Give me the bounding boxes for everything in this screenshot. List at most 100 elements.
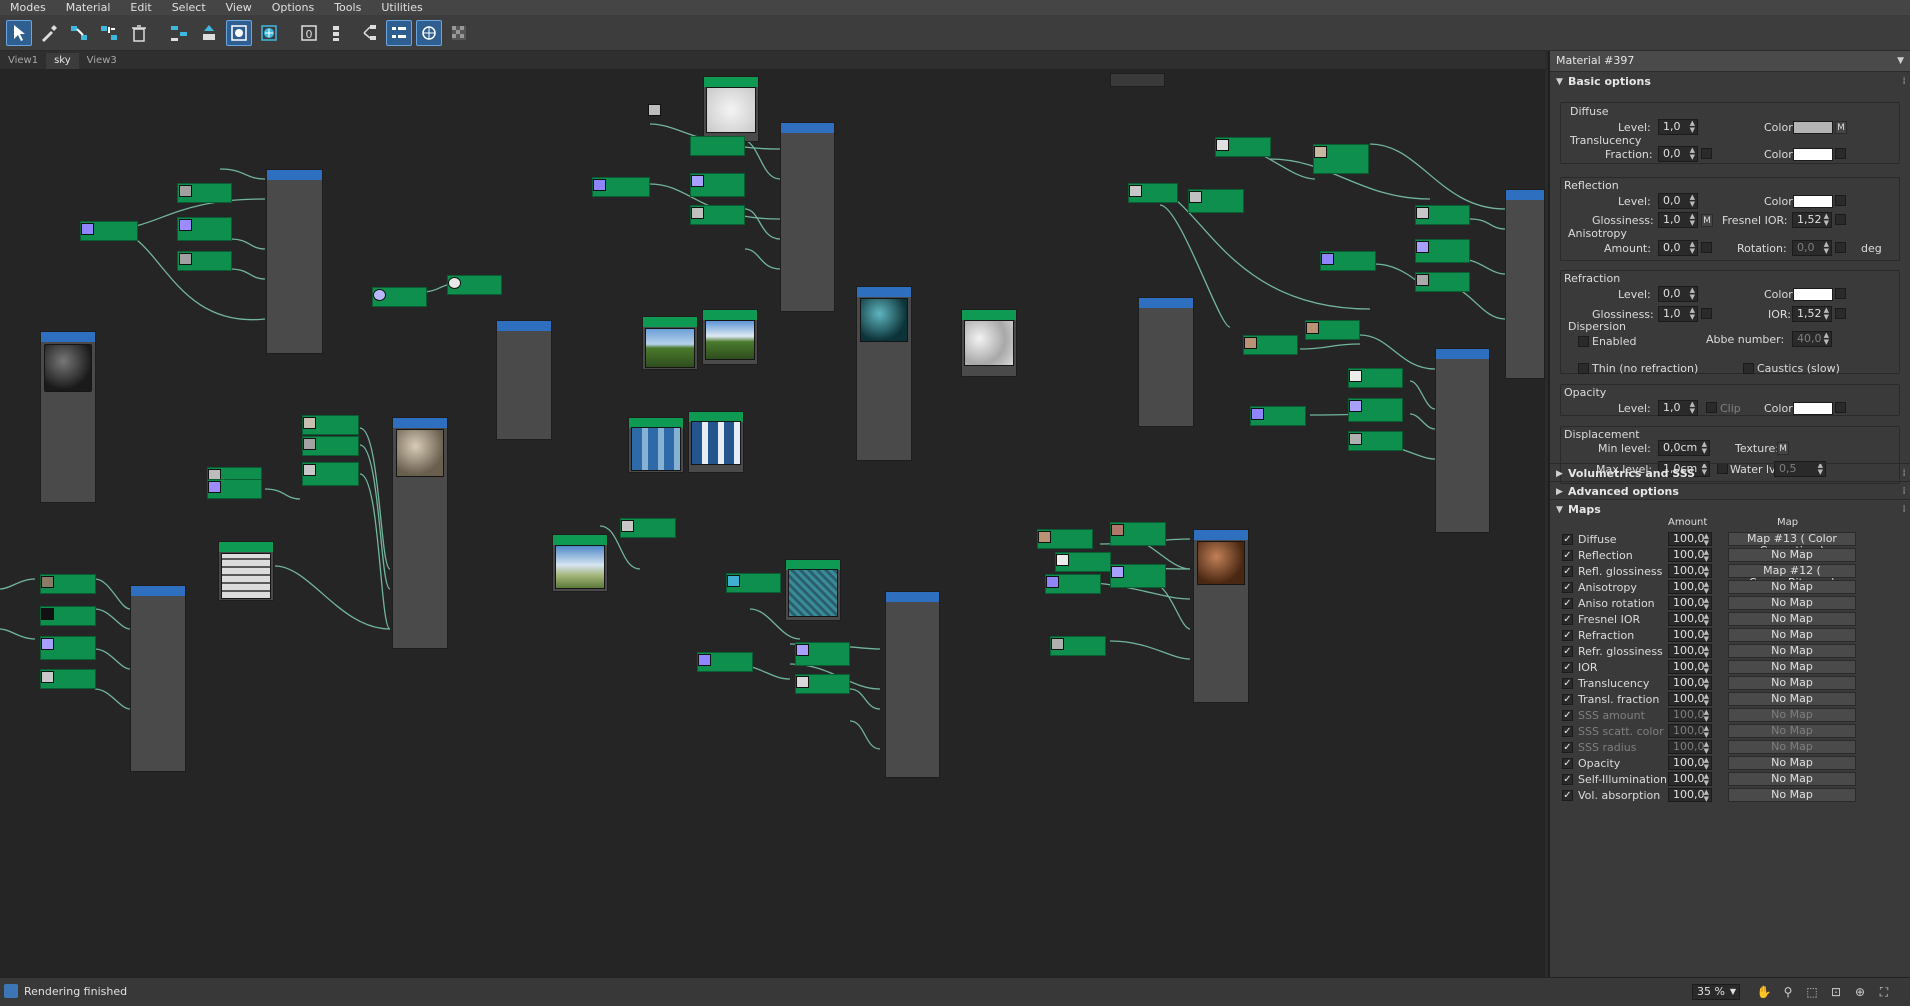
map-slot-button[interactable]: No Map — [1728, 692, 1856, 706]
menu-item-options[interactable]: Options — [262, 0, 324, 15]
section-header-maps[interactable]: ▼ Maps ⁞ — [1550, 499, 1910, 519]
spinner-arrows-icon[interactable]: ▲ ▼ — [1690, 401, 1695, 415]
material-node[interactable] — [1435, 348, 1490, 533]
spinner-arrows-icon[interactable]: ▲ ▼ — [1704, 677, 1709, 691]
map-enable-checkbox[interactable]: ✓ — [1562, 790, 1573, 801]
aniso-rotation-spinner[interactable]: 0,0 ▲ ▼ — [1792, 240, 1832, 256]
layout-icon[interactable] — [326, 20, 352, 46]
fraction-spinner[interactable]: 0,0 ▲ ▼ — [1658, 146, 1698, 162]
map-node[interactable] — [690, 136, 745, 156]
map-slot-button[interactable]: No Map — [1728, 708, 1856, 722]
spinner-arrows-icon[interactable]: ▲ ▼ — [1690, 194, 1695, 208]
reflection-map-checkbox[interactable] — [1835, 195, 1846, 206]
refraction-color-swatch[interactable] — [1793, 288, 1833, 301]
fresnel-map-checkbox[interactable] — [1835, 214, 1846, 225]
map-enable-checkbox[interactable]: ✓ — [1562, 550, 1573, 561]
map-amount-spinner[interactable]: 100,0 ▲ ▼ — [1668, 596, 1712, 611]
spinner-arrows-icon[interactable]: ▲ ▼ — [1702, 441, 1707, 455]
map-slot-button[interactable]: No Map — [1728, 788, 1856, 802]
spinner-arrows-icon[interactable]: ▲ ▼ — [1824, 241, 1829, 255]
diffuse-map-button[interactable]: M — [1835, 121, 1847, 134]
displacement-texture-button[interactable]: M — [1777, 442, 1789, 455]
section-header-advanced[interactable]: ▶ Advanced options ⁞ — [1550, 481, 1910, 501]
translucency-color-swatch[interactable] — [1793, 148, 1833, 161]
map-enable-checkbox[interactable]: ✓ — [1562, 534, 1573, 545]
menu-item-material[interactable]: Material — [56, 0, 121, 15]
grid-icon[interactable] — [416, 19, 442, 46]
map-amount-spinner[interactable]: 100,0 ▲ ▼ — [1668, 532, 1712, 547]
map-enable-checkbox[interactable]: ✓ — [1562, 758, 1573, 769]
zoom-selected-icon[interactable]: ⊕ — [1852, 984, 1868, 1000]
map-amount-spinner[interactable]: 100,0 ▲ ▼ — [1668, 548, 1712, 563]
map-enable-checkbox[interactable]: ✓ — [1562, 582, 1573, 593]
zoom-region-icon[interactable]: ⬚ — [1804, 984, 1820, 1000]
abbe-number-spinner[interactable]: 40,0 ▲ ▼ — [1792, 331, 1832, 347]
map-amount-spinner[interactable]: 100,0 ▲ ▼ — [1668, 708, 1712, 723]
spinner-arrows-icon[interactable]: ▲ ▼ — [1704, 597, 1709, 611]
checker-preview-icon[interactable] — [256, 20, 282, 46]
hierarchy-icon[interactable] — [356, 20, 382, 46]
menu-item-select[interactable]: Select — [162, 0, 216, 15]
zoom-extents-icon[interactable]: ⊡ — [1828, 984, 1844, 1000]
list-icon[interactable] — [386, 19, 412, 46]
map-amount-spinner[interactable]: 100,0 ▲ ▼ — [1668, 788, 1712, 803]
map-enable-checkbox[interactable]: ✓ — [1562, 726, 1573, 737]
opacity-map-checkbox[interactable] — [1835, 402, 1846, 413]
spinner-arrows-icon[interactable]: ▲ ▼ — [1690, 213, 1695, 227]
spinner-arrows-icon[interactable]: ▲ ▼ — [1690, 241, 1695, 255]
map-amount-spinner[interactable]: 100,0 ▲ ▼ — [1668, 660, 1712, 675]
menu-item-utilities[interactable]: Utilities — [371, 0, 432, 15]
map-slot-button[interactable]: No Map — [1728, 596, 1856, 610]
material-node[interactable] — [885, 591, 940, 778]
fresnel-ior-spinner[interactable]: 1,52 ▲ ▼ — [1792, 212, 1832, 228]
menu-item-tools[interactable]: Tools — [324, 0, 371, 15]
diffuse-color-swatch[interactable] — [1793, 121, 1833, 134]
material-node[interactable] — [780, 122, 835, 312]
gloss-map-button[interactable]: M — [1701, 214, 1713, 227]
map-slot-button[interactable]: No Map — [1728, 724, 1856, 738]
material-node[interactable] — [1505, 189, 1545, 379]
spinner-arrows-icon[interactable]: ▲ ▼ — [1704, 789, 1709, 803]
map-slot-button[interactable]: No Map — [1728, 740, 1856, 754]
link-nodes-icon[interactable] — [66, 20, 92, 46]
spinner-arrows-icon[interactable]: ▲ ▼ — [1704, 645, 1709, 659]
map-slot-button[interactable]: No Map — [1728, 580, 1856, 594]
zoom-dropdown[interactable]: 35 % ▼ — [1692, 984, 1740, 1000]
refraction-level-spinner[interactable]: 0,0 ▲ ▼ — [1658, 286, 1698, 302]
section-header-volumetrics[interactable]: ▶ Volumetrics and SSS ⁞ — [1550, 463, 1910, 483]
map-slot-button[interactable]: No Map — [1728, 612, 1856, 626]
spinner-arrows-icon[interactable]: ▲ ▼ — [1690, 287, 1695, 301]
map-slot-button[interactable]: No Map — [1728, 548, 1856, 562]
panel-dropdown-icon[interactable]: ▼ — [1897, 51, 1904, 71]
map-enable-checkbox[interactable]: ✓ — [1562, 646, 1573, 657]
map-slot-button[interactable]: Map #12 ( CoronaBitmap ) — [1728, 564, 1856, 589]
map-enable-checkbox[interactable]: ✓ — [1562, 598, 1573, 609]
map-slot-button[interactable]: Map #13 ( Color Correction ) — [1728, 532, 1856, 557]
map-enable-checkbox[interactable]: ✓ — [1562, 694, 1573, 705]
spinner-arrows-icon[interactable]: ▲ ▼ — [1704, 581, 1709, 595]
refraction-map-checkbox[interactable] — [1835, 288, 1846, 299]
tab-view1[interactable]: View1 — [0, 53, 46, 69]
arrange-nodes-icon[interactable] — [166, 20, 192, 46]
pan-icon[interactable]: ✋ — [1756, 984, 1772, 1000]
map-amount-spinner[interactable]: 100,0 ▲ ▼ — [1668, 612, 1712, 627]
tab-sky[interactable]: sky — [46, 53, 79, 69]
material-node[interactable] — [130, 585, 186, 772]
zoom-icon[interactable]: ⚲ — [1780, 984, 1796, 1000]
menu-item-modes[interactable]: Modes — [0, 0, 56, 15]
spinner-arrows-icon[interactable]: ▲ ▼ — [1690, 147, 1695, 161]
spinner-arrows-icon[interactable]: ▲ ▼ — [1704, 629, 1709, 643]
dispersion-enabled-checkbox[interactable] — [1578, 336, 1589, 347]
map-slot-button[interactable]: No Map — [1728, 644, 1856, 658]
spinner-arrows-icon[interactable]: ▲ ▼ — [1690, 307, 1695, 321]
map-amount-spinner[interactable]: 100,0 ▲ ▼ — [1668, 740, 1712, 755]
reflection-gloss-spinner[interactable]: 1,0 ▲ ▼ — [1658, 212, 1698, 228]
refraction-gloss-spinner[interactable]: 1,0 ▲ ▼ — [1658, 306, 1698, 322]
refraction-gloss-map-checkbox[interactable] — [1701, 308, 1712, 319]
spinner-arrows-icon[interactable]: ▲ ▼ — [1704, 565, 1709, 579]
ior-spinner[interactable]: 1,52 ▲ ▼ — [1792, 306, 1832, 322]
material-node[interactable] — [266, 169, 323, 354]
map-enable-checkbox[interactable]: ✓ — [1562, 678, 1573, 689]
spinner-arrows-icon[interactable]: ▲ ▼ — [1704, 533, 1709, 547]
fraction-map-checkbox[interactable] — [1701, 148, 1712, 159]
